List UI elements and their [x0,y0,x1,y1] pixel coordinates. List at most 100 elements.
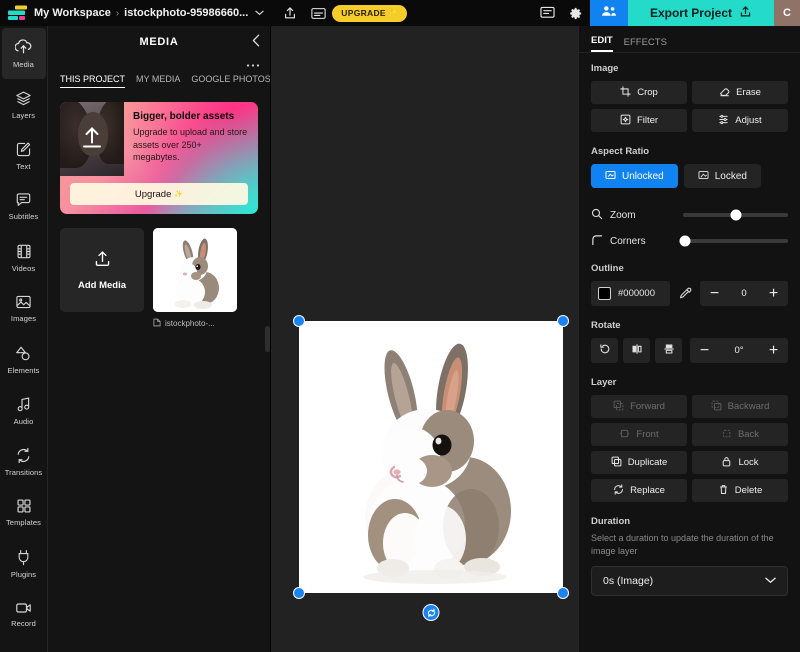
crop-button[interactable]: Crop [591,81,687,104]
tab-google-photos[interactable]: GOOGLE PHOTOS [191,74,270,88]
layer-replace-button[interactable]: Replace [591,479,687,502]
people-icon [601,4,617,22]
upgrade-promo-card[interactable]: Bigger, bolder assets Upgrade to upload … [60,102,258,214]
sidebar-item-images[interactable]: Images [2,283,46,334]
upload-arrow-icon [80,124,104,155]
selection-box[interactable] [293,315,569,621]
rotate-handle-icon[interactable] [422,604,440,621]
media-asset-thumbnail[interactable] [153,228,237,312]
outline-color-value: #000000 [618,288,655,299]
rotate-angle-stepper[interactable]: − 0° + [690,338,788,363]
layer-back-button[interactable]: Back [692,423,788,446]
resize-handle-top-left[interactable] [293,315,305,327]
aspect-locked-button[interactable]: Locked [683,164,761,188]
outline-color-field[interactable]: #000000 [591,281,670,306]
export-project-label: Export Project [649,6,732,20]
sidebar-item-transitions[interactable]: Transitions [2,436,46,487]
sidebar-item-audio[interactable]: Audio [2,385,46,436]
chevron-down-icon[interactable] [255,8,264,18]
corners-slider-knob[interactable] [679,235,691,247]
canvas-area[interactable] [270,26,578,652]
plugin-icon [16,549,31,566]
sidebar-item-layers[interactable]: Layers [2,79,46,130]
rotate-ccw-button[interactable] [591,338,618,363]
comment-icon[interactable] [534,0,562,26]
tab-my-media[interactable]: MY MEDIA [136,74,180,88]
layer-duplicate-label: Duplicate [627,457,668,468]
promo-upgrade-button[interactable]: Upgrade ✨ [70,183,248,205]
left-rail: Media Layers Text Subtitles Videos Image… [0,26,48,652]
flip-vertical-button[interactable] [655,338,682,363]
chevron-left-icon[interactable] [252,34,260,50]
zoom-label: Zoom [610,209,636,221]
collaborate-button[interactable] [589,0,628,26]
app-logo[interactable] [6,4,30,22]
workspace-name[interactable]: My Workspace [34,7,111,19]
tab-this-project[interactable]: THIS PROJECT [60,74,126,88]
locked-ratio-icon [698,170,709,183]
tab-edit[interactable]: EDIT [591,35,613,52]
zoom-slider-row: Zoom [591,202,788,228]
duration-select[interactable]: 0s (Image) [591,566,788,596]
sidebar-item-record[interactable]: Record [2,589,46,640]
crop-label: Crop [637,87,658,98]
sidebar-item-videos[interactable]: Videos [2,232,46,283]
project-name[interactable]: istockphoto-95986660... [124,7,248,19]
layers-icon [15,90,32,107]
layer-delete-button[interactable]: Delete [692,479,788,502]
layer-replace-label: Replace [630,485,665,496]
layer-forward-button[interactable]: Forward [591,395,687,418]
erase-button[interactable]: Erase [692,81,788,104]
sidebar-item-text[interactable]: Text [2,130,46,181]
image-actions: Crop Erase Filter Adjust [591,81,788,132]
share-icon[interactable] [276,0,304,26]
unlocked-ratio-icon [605,170,616,183]
avatar[interactable]: C [774,0,800,26]
sidebar-item-subtitles[interactable]: Subtitles [2,181,46,232]
resize-handle-bottom-right[interactable] [557,587,569,599]
layer-front-button[interactable]: Front [591,423,687,446]
layer-duplicate-button[interactable]: Duplicate [591,451,687,474]
sidebar-item-media[interactable]: Media [1,28,46,79]
tab-effects[interactable]: EFFECTS [624,37,667,52]
send-backward-icon [711,400,722,414]
zoom-slider-knob[interactable] [730,209,741,221]
media-asset-item[interactable]: istockphoto-... [153,228,237,329]
flip-horizontal-button[interactable] [623,338,650,363]
upgrade-button[interactable]: UPGRADE ✨ [332,4,407,22]
media-panel-title: MEDIA [139,36,179,48]
aspect-unlocked-button[interactable]: Unlocked [591,164,678,188]
rotate-increase-button[interactable]: + [759,342,788,360]
sidebar-item-templates[interactable]: Templates [2,487,46,538]
resize-handle-top-right[interactable] [557,315,569,327]
resize-handle-bottom-left[interactable] [293,587,305,599]
eyedropper-icon[interactable] [676,287,694,300]
outline-increase-button[interactable]: + [759,285,788,303]
layer-backward-button[interactable]: Backward [692,395,788,418]
more-dots-icon[interactable] [246,60,260,68]
outline-color-swatch[interactable] [598,287,611,300]
sidebar-item-label: Audio [13,416,34,426]
outline-decrease-button[interactable]: − [700,285,729,303]
replace-refresh-icon [613,483,624,498]
filter-icon [620,114,631,128]
zoom-slider[interactable] [683,209,788,221]
breadcrumb-separator: › [115,7,120,19]
rotate-decrease-button[interactable]: − [690,342,719,360]
filter-button[interactable]: Filter [591,109,687,132]
gear-icon[interactable] [562,0,590,26]
record-camera-icon [15,601,32,615]
sidebar-item-label: Images [10,314,37,323]
add-media-button[interactable]: Add Media [60,228,144,312]
corners-slider[interactable] [679,235,788,247]
outline-width-stepper[interactable]: − 0 + [700,281,788,306]
sidebar-item-more[interactable]: More [2,640,46,652]
sidebar-item-plugins[interactable]: Plugins [2,538,46,589]
export-project-button[interactable]: Export Project [627,0,774,26]
adjust-button[interactable]: Adjust [692,109,788,132]
sidebar-item-elements[interactable]: Elements [2,334,46,385]
image-file-icon [153,318,161,329]
layer-lock-button[interactable]: Lock [692,451,788,474]
upload-arrow-icon [93,249,112,273]
captions-icon[interactable] [304,0,332,26]
